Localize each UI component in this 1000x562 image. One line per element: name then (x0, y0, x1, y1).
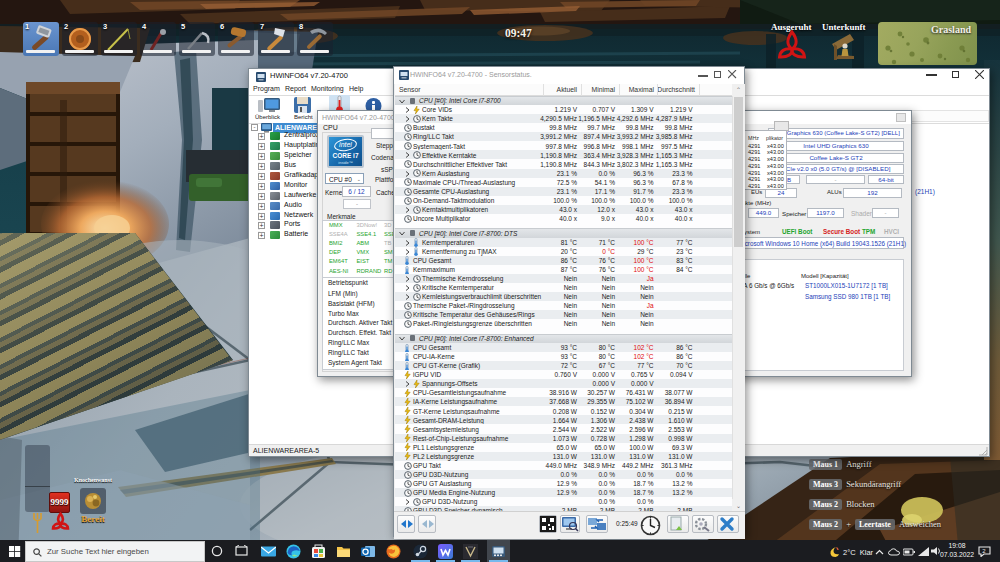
svg-text:2: 2 (982, 548, 986, 554)
